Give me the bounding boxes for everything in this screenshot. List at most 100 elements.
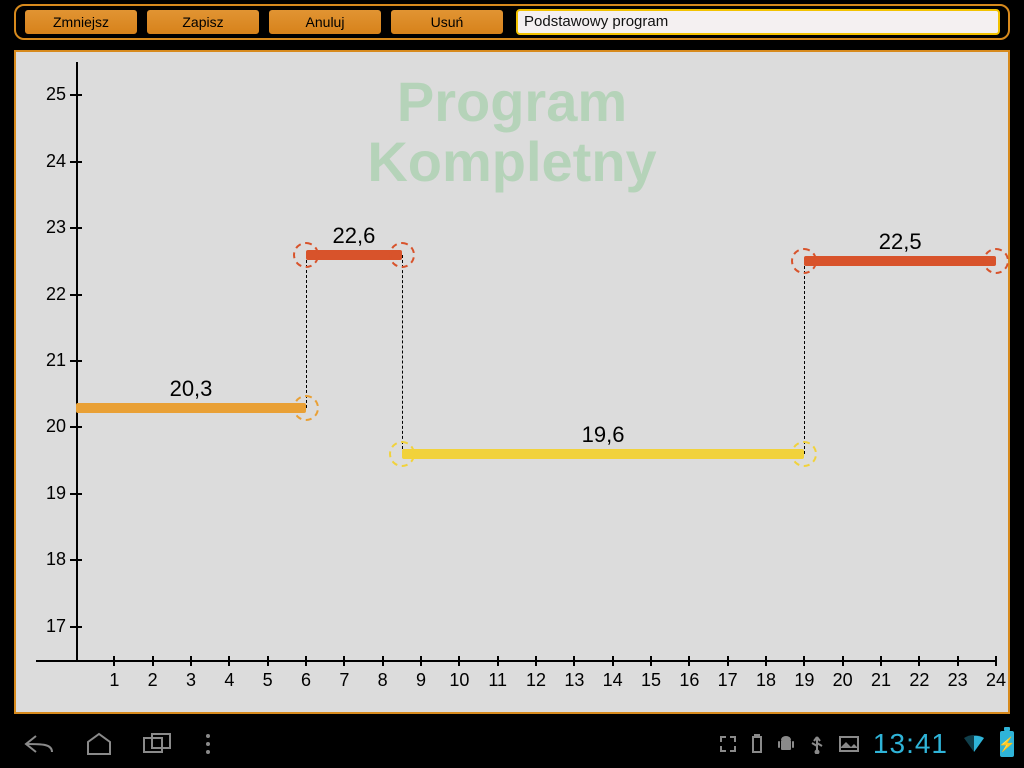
y-tick <box>70 227 82 229</box>
segment-handle[interactable] <box>293 242 319 268</box>
segment-handle[interactable] <box>293 395 319 421</box>
segment-value-label: 22,5 <box>879 229 922 255</box>
x-tick-label: 22 <box>904 670 934 691</box>
schedule-segment[interactable] <box>402 449 805 459</box>
android-icon <box>777 734 795 754</box>
x-tick-label: 23 <box>943 670 973 691</box>
toolbar: Zmniejsz Zapisz Anuluj Usuń Podstawowy p… <box>14 4 1010 40</box>
x-tick-label: 7 <box>329 670 359 691</box>
clock: 13:41 <box>873 728 948 760</box>
x-tick <box>420 656 422 666</box>
battery-icon <box>751 734 763 754</box>
x-tick <box>650 656 652 666</box>
save-button[interactable]: Zapisz <box>146 9 260 35</box>
x-tick-label: 19 <box>789 670 819 691</box>
program-name-input[interactable]: Podstawowy program <box>516 9 1000 35</box>
menu-icon[interactable] <box>204 733 212 755</box>
segment-value-label: 20,3 <box>170 376 213 402</box>
y-tick-label: 22 <box>32 284 66 305</box>
schedule-segment[interactable] <box>804 256 996 266</box>
schedule-segment[interactable] <box>306 250 402 260</box>
x-tick-label: 16 <box>674 670 704 691</box>
x-tick <box>918 656 920 666</box>
expand-icon[interactable] <box>719 735 737 753</box>
x-tick-label: 9 <box>406 670 436 691</box>
back-icon[interactable] <box>22 732 56 756</box>
y-tick-label: 25 <box>32 84 66 105</box>
segment-handle[interactable] <box>791 441 817 467</box>
picture-icon <box>839 736 859 752</box>
cancel-button[interactable]: Anuluj <box>268 9 382 35</box>
x-tick <box>688 656 690 666</box>
recents-icon[interactable] <box>142 732 176 756</box>
y-tick <box>70 426 82 428</box>
segment-connector <box>402 255 403 454</box>
x-tick-label: 2 <box>138 670 168 691</box>
x-tick <box>727 656 729 666</box>
y-tick-label: 20 <box>32 416 66 437</box>
x-tick <box>152 656 154 666</box>
segment-connector <box>804 261 805 454</box>
x-tick <box>267 656 269 666</box>
x-tick-label: 24 <box>981 670 1011 691</box>
y-tick <box>70 161 82 163</box>
x-tick <box>612 656 614 666</box>
x-tick <box>842 656 844 666</box>
wifi-icon <box>962 734 986 754</box>
x-tick <box>497 656 499 666</box>
x-tick <box>803 656 805 666</box>
usb-icon <box>809 734 825 754</box>
x-axis <box>36 660 996 662</box>
y-tick-label: 18 <box>32 549 66 570</box>
segment-value-label: 22,6 <box>332 223 375 249</box>
x-tick-label: 20 <box>828 670 858 691</box>
x-tick-label: 18 <box>751 670 781 691</box>
chart-panel: Program Kompletny 1718192021222324251234… <box>14 50 1010 714</box>
segment-connector <box>306 255 307 408</box>
y-tick-label: 17 <box>32 616 66 637</box>
x-tick <box>305 656 307 666</box>
x-tick-label: 5 <box>253 670 283 691</box>
x-tick-label: 17 <box>713 670 743 691</box>
x-tick-label: 4 <box>214 670 244 691</box>
x-tick <box>343 656 345 666</box>
segment-handle[interactable] <box>983 248 1009 274</box>
x-tick <box>458 656 460 666</box>
x-tick <box>535 656 537 666</box>
delete-button[interactable]: Usuń <box>390 9 504 35</box>
y-tick-label: 23 <box>32 217 66 238</box>
x-tick <box>228 656 230 666</box>
y-tick <box>70 559 82 561</box>
schedule-segment[interactable] <box>76 403 306 413</box>
y-tick-label: 19 <box>32 483 66 504</box>
segment-handle[interactable] <box>791 248 817 274</box>
x-tick-label: 8 <box>368 670 398 691</box>
y-tick <box>70 294 82 296</box>
battery-charging-icon: ⚡ <box>1000 731 1014 757</box>
chart-area[interactable]: Program Kompletny 1718192021222324251234… <box>16 52 1008 712</box>
x-tick-label: 3 <box>176 670 206 691</box>
watermark-line2: Kompletny <box>367 130 656 193</box>
x-tick-label: 12 <box>521 670 551 691</box>
x-tick <box>573 656 575 666</box>
x-tick <box>995 656 997 666</box>
segment-value-label: 19,6 <box>582 422 625 448</box>
x-tick <box>957 656 959 666</box>
y-tick-label: 21 <box>32 350 66 371</box>
android-navbar: 13:41 ⚡ <box>0 720 1024 768</box>
x-tick-label: 13 <box>559 670 589 691</box>
watermark-line1: Program <box>397 70 627 133</box>
x-tick-label: 11 <box>483 670 513 691</box>
y-tick <box>70 626 82 628</box>
segment-handle[interactable] <box>389 441 415 467</box>
segment-handle[interactable] <box>389 242 415 268</box>
home-icon[interactable] <box>84 732 114 756</box>
reduce-button[interactable]: Zmniejsz <box>24 9 138 35</box>
x-tick-label: 14 <box>598 670 628 691</box>
y-axis <box>76 62 78 662</box>
x-tick-label: 1 <box>99 670 129 691</box>
x-tick <box>765 656 767 666</box>
x-tick <box>382 656 384 666</box>
x-tick <box>190 656 192 666</box>
y-tick <box>70 94 82 96</box>
